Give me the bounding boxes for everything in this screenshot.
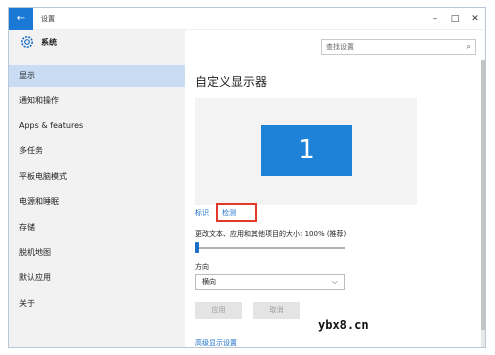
minimize-button[interactable]: – bbox=[427, 11, 443, 27]
scrollbar-thumb[interactable] bbox=[481, 60, 485, 330]
close-button[interactable]: ✕ bbox=[467, 11, 483, 27]
orientation-select[interactable]: 横向 ⌵ bbox=[195, 274, 345, 290]
advanced-display-link[interactable]: 高级显示设置 bbox=[195, 338, 237, 347]
sidebar-item-display[interactable]: 显示 bbox=[9, 65, 185, 87]
settings-window: ← 设置 – □ ✕ 系统 显示 通知和操作 Apps & features 多… bbox=[8, 7, 486, 348]
gear-icon bbox=[21, 36, 33, 48]
sidebar-item-offline-maps[interactable]: 脱机地图 bbox=[9, 242, 185, 264]
sidebar-item-default-apps[interactable]: 默认应用 bbox=[9, 267, 185, 289]
monitor-tile[interactable]: 1 bbox=[261, 125, 352, 176]
sidebar-item-notifications[interactable]: 通知和操作 bbox=[9, 90, 185, 112]
sidebar-header: 系统 bbox=[9, 30, 185, 54]
sidebar-item-about[interactable]: 关于 bbox=[9, 293, 185, 315]
orientation-label: 方向 bbox=[195, 263, 209, 271]
scale-slider-thumb[interactable] bbox=[195, 242, 199, 253]
sidebar-item-storage[interactable]: 存储 bbox=[9, 217, 185, 239]
window-title: 设置 bbox=[41, 15, 55, 23]
sidebar-item-multitasking[interactable]: 多任务 bbox=[9, 140, 185, 162]
highlight-box bbox=[216, 203, 257, 222]
search-placeholder: 查找设置 bbox=[326, 43, 354, 51]
maximize-button[interactable]: □ bbox=[447, 11, 463, 27]
page-title: 自定义显示器 bbox=[195, 75, 268, 89]
main-content: 查找设置 ⌕ 自定义显示器 1 标识 检测 更改文本、应用和其他项目的大小: 1… bbox=[185, 30, 485, 347]
scale-label: 更改文本、应用和其他项目的大小: 100% (推荐) bbox=[195, 230, 347, 238]
title-bar: ← 设置 – □ ✕ bbox=[9, 8, 485, 30]
apply-button[interactable]: 应用 bbox=[195, 302, 242, 319]
identify-link[interactable]: 标识 bbox=[195, 208, 209, 218]
sidebar-item-apps-features[interactable]: Apps & features bbox=[9, 115, 185, 137]
search-input[interactable]: 查找设置 ⌕ bbox=[321, 39, 476, 55]
scale-slider-track[interactable] bbox=[197, 247, 345, 249]
search-icon[interactable]: ⌕ bbox=[467, 42, 471, 52]
scrollbar[interactable] bbox=[481, 60, 485, 347]
display-preview: 1 bbox=[195, 98, 417, 205]
sidebar-header-title: 系统 bbox=[41, 38, 57, 47]
sidebar-item-tablet-mode[interactable]: 平板电脑模式 bbox=[9, 166, 185, 188]
orientation-value: 横向 bbox=[202, 278, 216, 286]
sidebar-item-power-sleep[interactable]: 电源和睡眠 bbox=[9, 191, 185, 213]
watermark-text: ybx8.cn bbox=[318, 318, 369, 332]
back-button[interactable]: ← bbox=[9, 8, 33, 30]
chevron-down-icon: ⌵ bbox=[331, 277, 338, 286]
sidebar: 系统 显示 通知和操作 Apps & features 多任务 平板电脑模式 电… bbox=[9, 30, 185, 347]
cancel-button[interactable]: 取消 bbox=[253, 302, 300, 319]
